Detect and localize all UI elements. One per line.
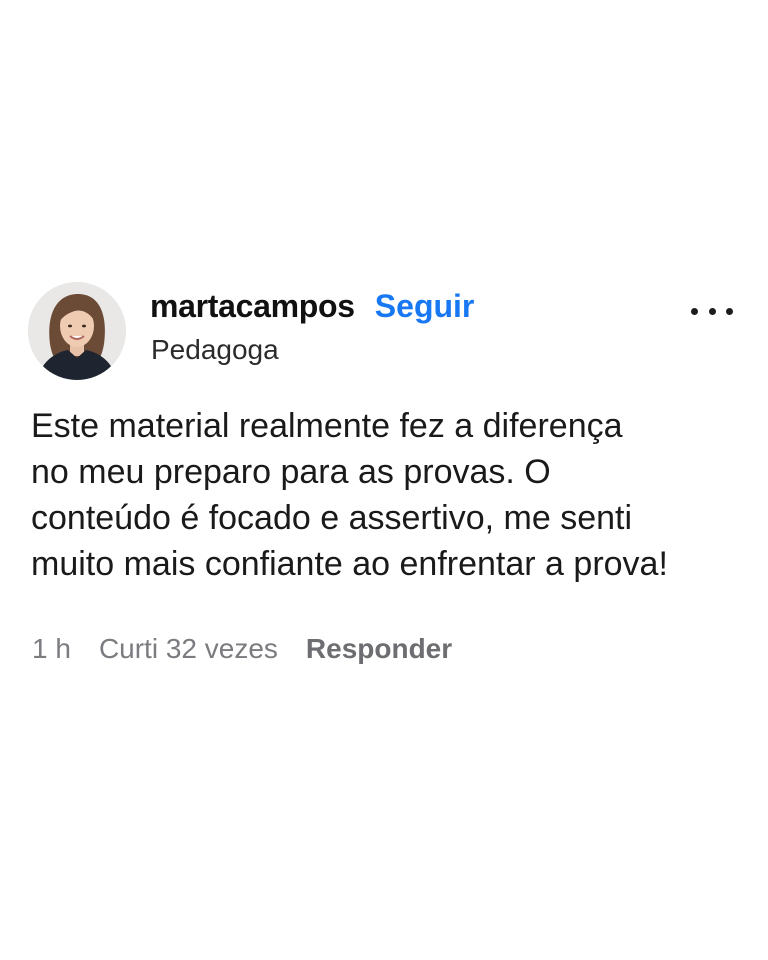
comment-card: martacampos Seguir Pedagoga Este materia… [0, 0, 768, 960]
username[interactable]: martacampos [150, 288, 355, 325]
comment-header: martacampos Seguir [150, 284, 474, 328]
comment-line: muito mais confiante ao enfrentar a prov… [31, 545, 668, 583]
profile-photo-icon [28, 282, 126, 380]
follow-button[interactable]: Seguir [375, 288, 475, 325]
more-options-icon[interactable] [688, 294, 736, 328]
timestamp: 1 h [32, 633, 71, 664]
avatar[interactable] [28, 282, 126, 380]
comment-line: no meu preparo para as provas. O [31, 453, 551, 491]
comment-line: conteúdo é focado e assertivo, me senti [31, 499, 633, 537]
comment-text: Este material realmente fez a diferença … [31, 403, 746, 587]
reply-button[interactable]: Responder [306, 633, 452, 665]
user-subtitle: Pedagoga [151, 334, 279, 365]
like-count[interactable]: Curti 32 vezes [99, 633, 278, 665]
comment-meta: 1 h Curti 32 vezes Responder [32, 628, 452, 670]
comment-line: Este material realmente fez a diferença [31, 407, 623, 445]
